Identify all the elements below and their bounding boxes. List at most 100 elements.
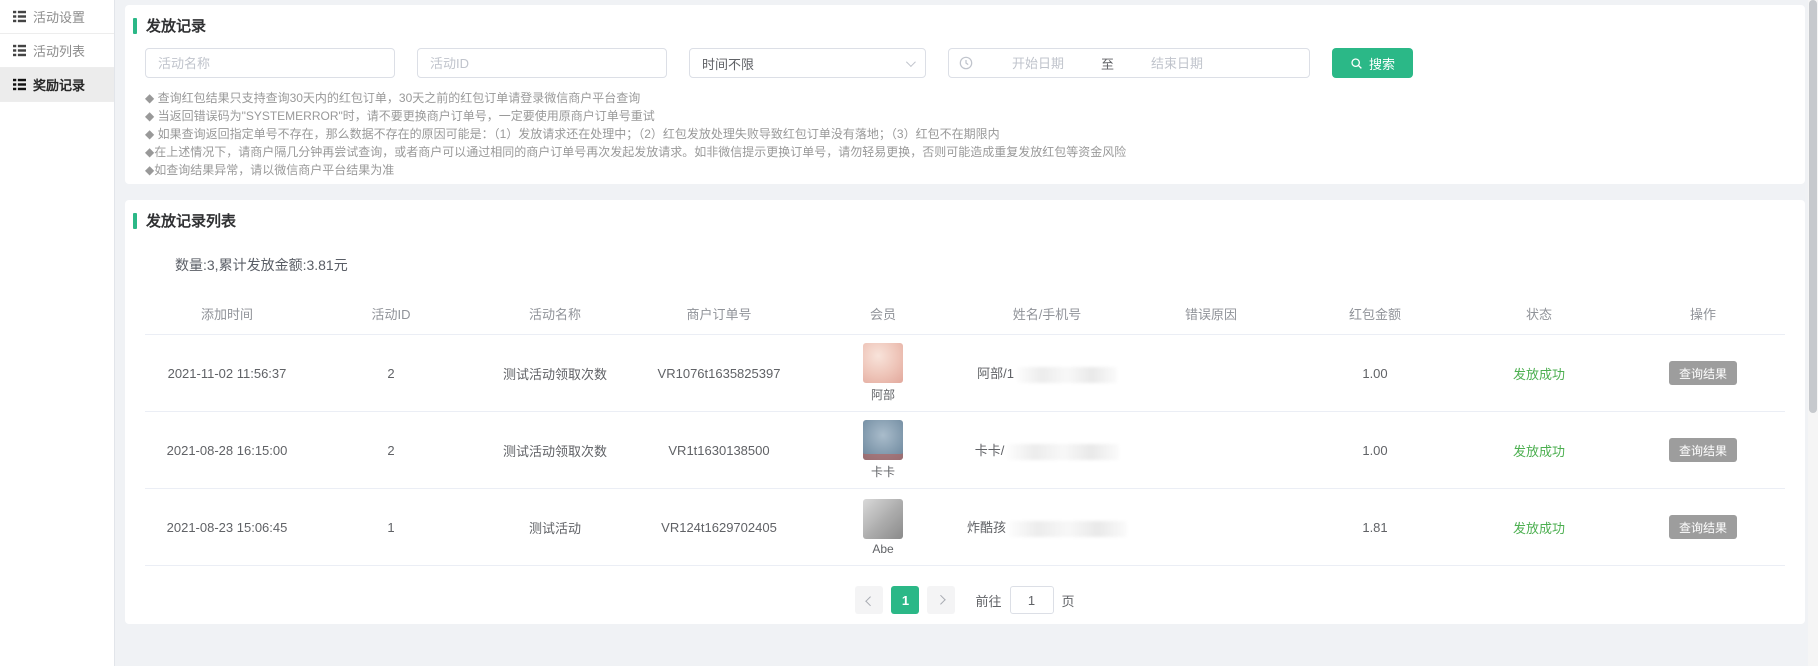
section-accent-bar [133, 18, 137, 34]
note-line: ◆如查询结果异常，请以微信商户平台结果为准 [145, 162, 1785, 178]
member-avatar [863, 343, 903, 383]
records-summary: 数量:3,累计发放金额:3.81元 [175, 255, 1785, 275]
status-badge: 发放成功 [1457, 364, 1621, 383]
sidebar-item-activity-list[interactable]: 活动列表 [0, 34, 114, 68]
query-result-button[interactable]: 查询结果 [1669, 361, 1737, 385]
cell-action: 查询结果 [1621, 361, 1785, 385]
cell-added-time: 2021-08-28 16:15:00 [145, 443, 309, 458]
cell-added-time: 2021-11-02 11:56:37 [145, 366, 309, 381]
column-header: 商户订单号 [637, 304, 801, 323]
column-header: 姓名/手机号 [965, 304, 1129, 323]
query-result-button[interactable]: 查询结果 [1669, 438, 1737, 462]
cell-order-no: VR124t1629702405 [637, 520, 801, 535]
goto-page-input[interactable] [1010, 586, 1054, 614]
search-button-label: 搜索 [1369, 54, 1395, 73]
column-header: 错误原因 [1129, 304, 1293, 323]
records-title: 发放记录列表 [146, 210, 236, 231]
cell-activity-name: 测试活动 [473, 518, 637, 537]
sidebar: 活动设置 活动列表 奖励记录 [0, 0, 115, 666]
column-header: 状态 [1457, 304, 1621, 323]
time-range-select[interactable]: 时间不限 [689, 48, 926, 78]
cell-activity-name: 测试活动领取次数 [473, 364, 637, 383]
member-avatar [863, 499, 903, 539]
start-date-input[interactable] [979, 50, 1097, 76]
cell-added-time: 2021-08-23 15:06:45 [145, 520, 309, 535]
cell-activity-id: 2 [309, 366, 473, 381]
name-phone-visible: 卡卡/ [975, 443, 1005, 458]
cell-name-phone: 卡卡/ [965, 440, 1129, 460]
cell-amount: 1.00 [1293, 366, 1457, 381]
cell-member: 卡卡 [801, 420, 965, 480]
date-separator: 至 [1101, 54, 1114, 73]
chevron-left-icon [865, 596, 875, 606]
cell-action: 查询结果 [1621, 438, 1785, 462]
member-nickname: 卡卡 [871, 463, 895, 480]
table-row: 2021-08-23 15:06:45 1 测试活动 VR124t1629702… [145, 489, 1785, 566]
name-phone-visible: 阿部/1 [977, 366, 1014, 381]
main-content: 发放记录 时间不限 至 [115, 0, 1818, 666]
page-unit-label: 页 [1062, 591, 1075, 610]
cell-action: 查询结果 [1621, 515, 1785, 539]
clock-icon [959, 56, 973, 70]
query-result-button[interactable]: 查询结果 [1669, 515, 1737, 539]
member-avatar [863, 420, 903, 460]
search-icon [1350, 57, 1363, 70]
pagination: 1 前往 页 [145, 586, 1785, 614]
column-header: 会员 [801, 304, 965, 323]
section-accent-bar [133, 213, 137, 229]
note-line: ◆ 当返回错误码为"SYSTEMERROR"时，请不要更换商户订单号，一定要使用… [145, 108, 1785, 124]
activity-id-input[interactable] [417, 48, 667, 78]
app-root: 活动设置 活动列表 奖励记录 [0, 0, 1818, 666]
cell-amount: 1.00 [1293, 443, 1457, 458]
list-icon [13, 10, 26, 23]
card-gap [125, 184, 1805, 200]
column-header: 活动ID [309, 304, 473, 323]
date-range-picker[interactable]: 至 [948, 48, 1310, 78]
note-line: ◆ 查询红包结果只支持查询30天内的红包订单，30天之前的红包订单请登录微信商户… [145, 90, 1785, 106]
activity-name-input[interactable] [145, 48, 395, 78]
note-line: ◆在上述情况下，请商户隔几分钟再尝试查询，或者商户可以通过相同的商户订单号再次发… [145, 144, 1785, 160]
member-nickname: 阿部 [871, 386, 895, 403]
goto-label: 前往 [975, 591, 1001, 610]
chevron-right-icon [936, 594, 946, 604]
masked-phone [1017, 367, 1117, 383]
next-page-button[interactable] [927, 586, 955, 614]
records-card-header: 发放记录列表 [133, 210, 1785, 231]
list-icon [13, 44, 26, 57]
table-row: 2021-08-28 16:15:00 2 测试活动领取次数 VR1t16301… [145, 412, 1785, 489]
list-icon [13, 78, 26, 91]
scrollbar-thumb[interactable] [1809, 0, 1817, 413]
sidebar-item-label: 奖励记录 [33, 75, 85, 94]
filter-card-header: 发放记录 [133, 15, 1785, 36]
note-line: ◆ 如果查询返回指定单号不存在，那么数据不存在的原因可能是：（1）发放请求还在处… [145, 126, 1785, 142]
scrollbar-track[interactable] [1808, 0, 1818, 666]
prev-page-button[interactable] [855, 586, 883, 614]
cell-activity-id: 1 [309, 520, 473, 535]
cell-name-phone: 炸酷孩 [965, 517, 1129, 537]
end-date-input[interactable] [1118, 50, 1236, 76]
sidebar-item-activity-settings[interactable]: 活动设置 [0, 0, 114, 34]
notes: ◆ 查询红包结果只支持查询30天内的红包订单，30天之前的红包订单请登录微信商户… [145, 90, 1785, 178]
cell-amount: 1.81 [1293, 520, 1457, 535]
time-select-value: 时间不限 [702, 54, 754, 73]
page-title: 发放记录 [146, 15, 206, 36]
member-nickname: Abe [872, 542, 893, 556]
cell-member: 阿部 [801, 343, 965, 403]
column-header: 红包金额 [1293, 304, 1457, 323]
column-header: 活动名称 [473, 304, 637, 323]
masked-phone [1009, 521, 1127, 537]
search-button[interactable]: 搜索 [1332, 48, 1413, 78]
page-number-button[interactable]: 1 [891, 586, 919, 614]
sidebar-item-reward-records[interactable]: 奖励记录 [0, 68, 114, 102]
status-badge: 发放成功 [1457, 441, 1621, 460]
records-table: 添加时间 活动ID 活动名称 商户订单号 会员 姓名/手机号 错误原因 红包金额… [145, 293, 1785, 566]
table-row: 2021-11-02 11:56:37 2 测试活动领取次数 VR1076t16… [145, 335, 1785, 412]
column-header: 添加时间 [145, 304, 309, 323]
cell-member: Abe [801, 499, 965, 556]
cell-name-phone: 阿部/1 [965, 363, 1129, 383]
cell-order-no: VR1t1630138500 [637, 443, 801, 458]
records-card: 发放记录列表 数量:3,累计发放金额:3.81元 添加时间 活动ID 活动名称 … [125, 200, 1805, 624]
sidebar-item-label: 活动列表 [33, 41, 85, 60]
filter-card: 发放记录 时间不限 至 [125, 5, 1805, 184]
cell-order-no: VR1076t1635825397 [637, 366, 801, 381]
